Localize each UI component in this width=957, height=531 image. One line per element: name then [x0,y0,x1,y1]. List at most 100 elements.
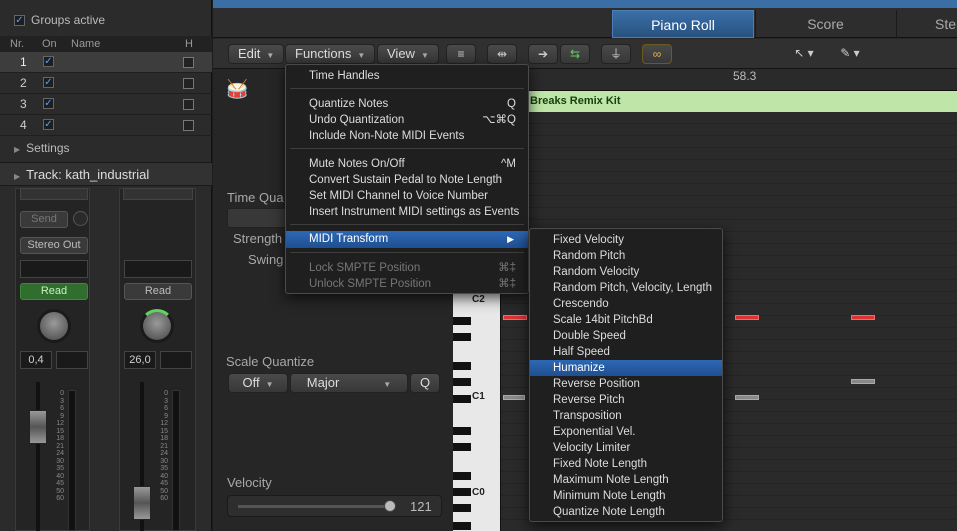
groups-active-checkbox[interactable]: ✓ [14,15,25,27]
midi-note[interactable] [851,315,875,320]
automation-mode-button[interactable]: Read [20,283,88,300]
track-list-row[interactable]: 1 ✓ [0,52,212,73]
midi-note[interactable] [735,315,759,320]
track-list-row[interactable]: 3 ✓ [0,94,212,115]
tab-step[interactable]: Step [896,10,957,38]
automation-mode-button[interactable]: Read [124,283,192,300]
pan-value[interactable]: 26,0 [124,351,156,369]
region-header[interactable]: Breaks Remix Kit [501,91,957,112]
catch-icon[interactable]: ➔ [528,44,558,64]
transform-item[interactable]: Crescendo [530,296,722,312]
tab-score[interactable]: Score [755,10,895,38]
menu-item-lock-smpte[interactable]: Lock SMPTE Position ⌘‡ [286,260,528,276]
menu-separator [290,252,524,253]
track-list-row[interactable]: 4 ✓ [0,115,212,136]
filter-icon[interactable]: ⏚ [601,44,631,64]
pan-knob-icon[interactable] [37,309,71,343]
menu-item-mute-notes[interactable]: Mute Notes On/Off ^M [286,156,528,172]
edit-menu-button[interactable]: Edit ▼ [228,44,285,64]
transform-item[interactable]: Minimum Note Length [530,488,722,504]
scale-root-select[interactable]: Off ▼ [228,373,288,393]
midi-in-icon[interactable]: ≡ [446,44,476,64]
scale-type-select[interactable]: Major ▼ [290,373,408,393]
transform-item[interactable]: Quantize Note Length [530,504,722,520]
menu-item-midi-transform[interactable]: MIDI Transform ▶ [286,231,528,248]
transform-item[interactable]: Reverse Pitch [530,392,722,408]
menu-item-convert-sustain[interactable]: Convert Sustain Pedal to Note Length [286,172,528,188]
insert-slot[interactable] [123,188,193,200]
volume-fader-handle[interactable] [133,486,151,520]
scale-quantize-button[interactable]: Q [410,373,440,393]
chain-link-icon[interactable]: ∞ [642,44,672,64]
row-h-checkbox[interactable] [183,57,194,68]
menu-item-set-midi-channel[interactable]: Set MIDI Channel to Voice Number [286,188,528,204]
key-label-c0: C0 [472,487,485,498]
transform-item[interactable]: Double Speed [530,328,722,344]
transform-item[interactable]: Half Speed [530,344,722,360]
row-on-checkbox[interactable]: ✓ [43,77,54,88]
key-label-c2: C2 [472,294,485,305]
transform-item[interactable]: Random Velocity [530,264,722,280]
chevron-down-icon: ▼ [357,51,366,60]
menu-item-include-non-note[interactable]: Include Non-Note MIDI Events [286,128,528,144]
transform-item[interactable]: Random Pitch [530,248,722,264]
window-top-accent [213,0,957,8]
transform-item[interactable]: Transposition [530,408,722,424]
transform-item[interactable]: Random Pitch, Velocity, Length [530,280,722,296]
volume-fader-handle[interactable] [29,410,47,444]
row-on-checkbox[interactable]: ✓ [43,119,54,130]
transform-item[interactable]: Scale 14bit PitchBd [530,312,722,328]
chevron-down-icon: ▼ [265,380,274,389]
group-slot[interactable] [20,260,88,278]
bar-ruler[interactable]: 58.3 [501,69,957,91]
group-slot[interactable] [124,260,192,278]
transform-item[interactable]: Exponential Vel. [530,424,722,440]
tab-piano-roll[interactable]: Piano Roll [612,10,754,38]
pencil-tool-icon[interactable]: ✎ ▾ [828,44,872,64]
functions-menu-button[interactable]: Functions ▼ [285,44,376,64]
groups-active-row[interactable]: ✓ Groups active [0,8,212,32]
view-menu-button[interactable]: View ▼ [377,44,439,64]
row-on-checkbox[interactable]: ✓ [43,56,54,67]
settings-disclosure[interactable]: ▶ Settings [0,137,212,159]
menu-item-unlock-smpte[interactable]: Unlock SMPTE Position ⌘‡ [286,276,528,292]
midi-note[interactable] [735,395,759,400]
velocity-slider-thumb[interactable] [384,500,396,512]
pan-value[interactable]: 0,4 [20,351,52,369]
track-list-row[interactable]: 2 ✓ [0,73,212,94]
menu-item-time-handles[interactable]: Time Handles [286,68,528,84]
transform-item[interactable]: Fixed Note Length [530,456,722,472]
menu-item-quantize-notes[interactable]: Quantize Notes Q [286,96,528,112]
transform-item[interactable]: Fixed Velocity [530,232,722,248]
pan-knob-icon[interactable] [140,309,174,343]
peak-value [56,351,88,369]
row-h-checkbox[interactable] [183,99,194,110]
transform-item[interactable]: Reverse Position [530,376,722,392]
link-follow-icon[interactable]: ⇆ [560,44,590,64]
menu-item-undo-quantization[interactable]: Undo Quantization ⌥⌘Q [286,112,528,128]
transform-item-humanize[interactable]: Humanize [530,360,722,376]
scale-quantize-label: Scale Quantize [226,354,315,369]
menu-item-insert-instrument[interactable]: Insert Instrument MIDI settings as Event… [286,204,528,220]
peak-value [160,351,192,369]
disclosure-triangle-icon: ▶ [14,172,21,181]
track-list-header: Nr. On Name H [0,36,212,52]
time-quantize-label: Time Qua [227,190,284,205]
row-number: 2 [20,76,27,90]
transform-item[interactable]: Velocity Limiter [530,440,722,456]
midi-out-icon[interactable]: ⇹ [487,44,517,64]
menu-separator [290,224,524,225]
midi-note[interactable] [851,379,875,384]
transform-item[interactable]: Maximum Note Length [530,472,722,488]
output-button[interactable]: Stereo Out [20,237,88,254]
row-on-checkbox[interactable]: ✓ [43,98,54,109]
send-knob-icon[interactable] [73,211,88,226]
pointer-tool-icon[interactable]: ↖ ▾ [782,44,826,64]
midi-note[interactable] [503,315,527,320]
row-h-checkbox[interactable] [183,78,194,89]
send-button[interactable]: Send [20,211,68,228]
row-h-checkbox[interactable] [183,120,194,131]
track-disclosure[interactable]: ▶ Track: kath_industrial [0,162,212,186]
midi-note[interactable] [503,395,525,400]
insert-slot[interactable] [20,188,88,200]
